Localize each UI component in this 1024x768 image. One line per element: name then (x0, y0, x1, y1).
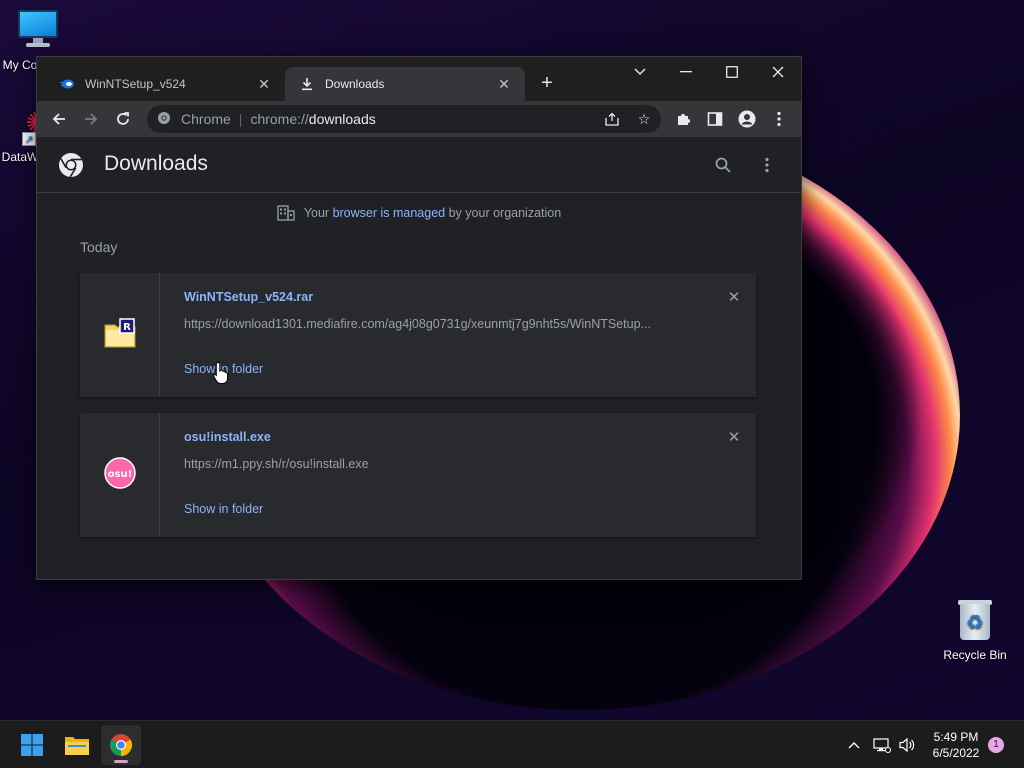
remove-download-close-icon[interactable]: ✕ (724, 427, 744, 447)
show-in-folder-link[interactable]: Show in folder (184, 502, 263, 516)
managed-notice: Your browser is managed by your organiza… (37, 205, 801, 221)
tab-close-icon[interactable]: ✕ (255, 75, 273, 93)
managed-prefix: Your (303, 206, 330, 220)
download-filename[interactable]: osu!install.exe (184, 430, 271, 444)
notification-badge[interactable]: 1 (988, 737, 1004, 753)
download-icon-column: R (80, 273, 160, 397)
chrome-window: WinNTSetup_v524 ✕ Downloads ✕ + Chrome |… (36, 56, 802, 580)
svg-text:osu!: osu! (108, 469, 133, 480)
download-item: osu! osu!install.exe https://m1.ppy.sh/r… (80, 413, 756, 537)
page-title: Downloads (104, 152, 208, 175)
tab-downloads[interactable]: Downloads ✕ (285, 67, 525, 101)
remove-download-close-icon[interactable]: ✕ (724, 287, 744, 307)
svg-text:R: R (123, 322, 131, 333)
running-indicator (114, 760, 128, 763)
building-icon (277, 205, 295, 221)
side-panel-icon[interactable] (703, 107, 727, 131)
folder-icon (65, 737, 89, 755)
page-header: Downloads (37, 137, 801, 193)
close-window-button[interactable] (755, 57, 801, 87)
bookmark-star-icon[interactable]: ☆ (633, 109, 655, 129)
more-actions-kebab-icon[interactable] (755, 153, 779, 177)
address-divider: | (238, 111, 243, 127)
hand-cursor-icon (213, 361, 229, 385)
tab-close-icon[interactable]: ✕ (495, 75, 513, 93)
address-site-label: Chrome (181, 111, 231, 127)
managed-link[interactable]: browser is managed (333, 206, 446, 220)
search-icon[interactable] (711, 153, 735, 177)
chrome-site-icon (157, 111, 173, 127)
title-bar: WinNTSetup_v524 ✕ Downloads ✕ + (37, 57, 801, 101)
tab-label: WinNTSetup_v524 (85, 77, 186, 91)
rar-archive-icon: R (104, 317, 136, 349)
address-path: downloads (308, 111, 376, 127)
monitor-icon (16, 10, 60, 48)
clock-time: 5:49 PM (933, 730, 979, 744)
desktop-icon-label: My Co (2, 58, 38, 72)
download-item: R WinNTSetup_v524.rar https://download13… (80, 273, 756, 397)
minimize-button[interactable] (663, 57, 709, 87)
mediafire-icon (59, 76, 75, 92)
section-date-heading: Today (80, 239, 118, 255)
download-icon (299, 76, 315, 92)
download-filename[interactable]: WinNTSetup_v524.rar (184, 290, 313, 304)
address-scheme: chrome:// (250, 111, 309, 127)
extensions-puzzle-icon[interactable] (671, 107, 695, 131)
recycle-bin-icon: ♻ (955, 598, 995, 642)
network-icon[interactable] (872, 733, 892, 757)
share-icon[interactable] (601, 109, 623, 129)
tab-label: Downloads (325, 77, 385, 91)
tab-winntsetup[interactable]: WinNTSetup_v524 ✕ (45, 67, 285, 101)
reload-button[interactable] (111, 107, 135, 131)
chrome-taskbar-button[interactable] (101, 725, 141, 765)
maximize-button[interactable] (709, 57, 755, 87)
address-bar[interactable]: Chrome | chrome://downloads ☆ (147, 105, 661, 133)
volume-speaker-icon[interactable] (897, 733, 917, 757)
forward-button[interactable] (79, 107, 103, 131)
chrome-logo-icon (57, 151, 85, 179)
download-url: https://m1.ppy.sh/r/osu!install.exe (184, 457, 369, 471)
profile-avatar-icon[interactable] (735, 107, 759, 131)
file-explorer-button[interactable] (57, 725, 97, 765)
desktop-icon-recycle-bin[interactable]: ♻ Recycle Bin (938, 598, 1012, 662)
download-icon-column: osu! (80, 413, 160, 537)
new-tab-button[interactable]: + (535, 71, 559, 95)
clock-date: 6/5/2022 (932, 746, 980, 760)
osu-icon: osu! (104, 457, 136, 489)
downloads-page: Downloads Your browser is managed by you… (37, 137, 801, 579)
show-hidden-icons-chevron-up-icon[interactable] (844, 733, 864, 757)
menu-kebab-icon[interactable] (767, 107, 791, 131)
browser-toolbar: Chrome | chrome://downloads ☆ (37, 101, 801, 137)
tab-search-chevron-down-icon[interactable] (617, 57, 663, 87)
clock[interactable]: 5:49 PM 6/5/2022 (924, 729, 988, 761)
taskbar: 5:49 PM 6/5/2022 1 (0, 720, 1024, 768)
chrome-icon (109, 734, 133, 756)
back-button[interactable] (47, 107, 71, 131)
managed-suffix: by your organization (448, 206, 562, 220)
windows-logo-icon (21, 734, 43, 756)
download-url: https://download1301.mediafire.com/ag4j0… (184, 317, 651, 331)
start-button[interactable] (12, 725, 52, 765)
desktop-icon-label: DataW (1, 150, 39, 164)
desktop-icon-label: Recycle Bin (943, 648, 1007, 662)
